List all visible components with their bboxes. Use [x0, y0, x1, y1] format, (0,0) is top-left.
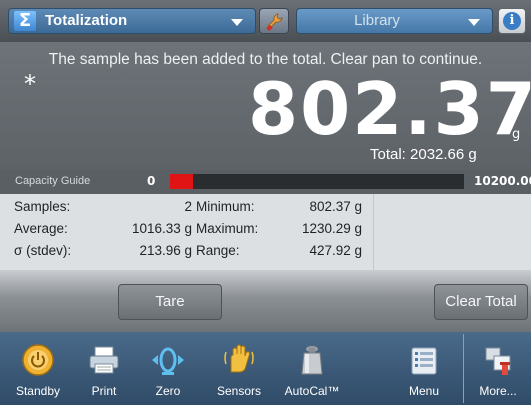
minimum-value: 802.37 g: [309, 199, 362, 214]
capacity-guide: Capacity Guide 0 10200.00: [0, 170, 531, 194]
bottom-navigation: Standby Print Zero Sensors AutoCal™ Menu…: [0, 332, 531, 405]
nav-standby[interactable]: Standby: [4, 332, 72, 405]
samples-value: 2: [184, 199, 192, 214]
top-bar: Σ Totalization Library i: [0, 0, 531, 42]
maximum-label: Maximum:: [196, 221, 259, 236]
weighing-display: The sample has been added to the total. …: [0, 42, 531, 170]
zero-icon: [152, 347, 184, 375]
application-name: Totalization: [45, 12, 128, 29]
info-button[interactable]: i: [498, 8, 526, 34]
capacity-bar: [170, 174, 464, 189]
statistics-panel: Samples: 2 Minimum: 802.37 g Average: 10…: [0, 194, 531, 270]
average-value: 1016.33 g: [131, 221, 192, 236]
nav-label-standby: Standby: [15, 384, 61, 398]
nav-label-menu: Menu: [408, 384, 440, 398]
samples-label: Samples:: [14, 199, 71, 214]
range-value: 427.92 g: [309, 243, 362, 258]
range-label: Range:: [196, 243, 240, 258]
chevron-down-icon: [231, 19, 243, 26]
chevron-down-icon: [468, 19, 480, 26]
capacity-guide-label: Capacity Guide: [15, 175, 91, 187]
nav-menu[interactable]: Menu: [390, 332, 458, 405]
nav-label-zero: Zero: [155, 384, 181, 398]
printer-icon: [89, 346, 119, 374]
action-bar: Tare Clear Total: [0, 270, 531, 332]
application-dropdown[interactable]: Σ Totalization: [8, 8, 256, 34]
more-icon: [485, 347, 511, 375]
capacity-max: 10200.00: [474, 174, 531, 188]
nav-print[interactable]: Print: [70, 332, 138, 405]
nav-zero[interactable]: Zero: [134, 332, 202, 405]
weight-readout: 802.37: [248, 67, 531, 151]
hand-sensor-icon: [224, 344, 254, 373]
stdev-label: σ (stdev):: [14, 243, 72, 258]
nav-autocal[interactable]: AutoCal™: [278, 332, 346, 405]
nav-more[interactable]: More...: [464, 332, 531, 405]
stats-row: Samples: 2 Minimum: 802.37 g: [0, 196, 531, 218]
library-label: Library: [354, 12, 400, 29]
stats-row: σ (stdev): 213.96 g Range: 427.92 g: [0, 240, 531, 262]
library-dropdown[interactable]: Library: [296, 8, 493, 34]
info-icon: i: [503, 12, 521, 30]
nav-label-autocal: AutoCal™: [284, 384, 340, 398]
menu-icon: [411, 347, 437, 375]
capacity-min: 0: [147, 174, 156, 188]
stdev-value: 213.96 g: [139, 243, 192, 258]
total-readout: Total: 2032.66 g: [370, 146, 477, 163]
nav-sensors[interactable]: Sensors: [205, 332, 273, 405]
application-settings-button[interactable]: [259, 8, 289, 34]
tare-button[interactable]: Tare: [118, 284, 222, 320]
nav-label-sensors: Sensors: [216, 384, 262, 398]
stats-row: Average: 1016.33 g Maximum: 1230.29 g: [0, 218, 531, 240]
capacity-bar-fill: [170, 174, 193, 189]
wrench-icon: [266, 13, 283, 32]
average-label: Average:: [14, 221, 68, 236]
nav-label-print: Print: [91, 384, 117, 398]
clear-total-button[interactable]: Clear Total: [434, 284, 528, 320]
sigma-icon: Σ: [14, 11, 36, 31]
standby-icon: [22, 344, 54, 376]
minimum-label: Minimum:: [196, 199, 255, 214]
stability-indicator: *: [24, 70, 36, 98]
calibration-weight-icon: [301, 346, 323, 375]
nav-label-more: More...: [479, 384, 517, 398]
maximum-value: 1230.29 g: [301, 221, 362, 236]
weight-unit[interactable]: g: [512, 127, 520, 142]
